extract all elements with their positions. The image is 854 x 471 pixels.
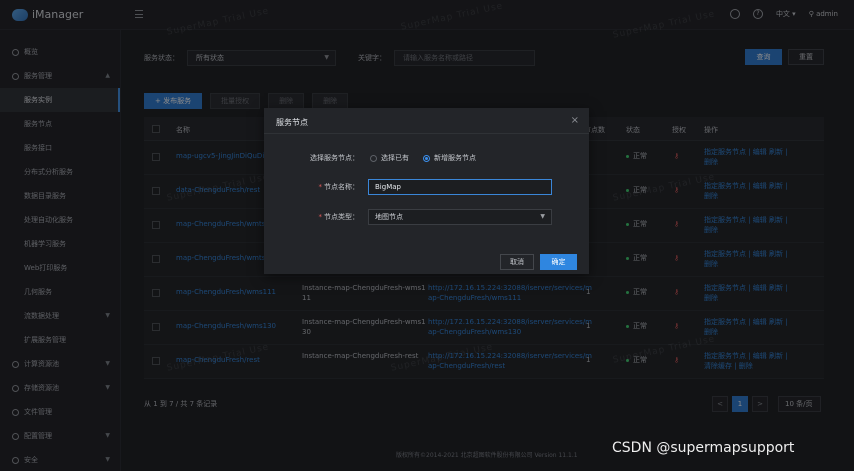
node-select-label: 选择服务节点： — [310, 154, 359, 162]
dialog-title: 服务节点 — [276, 118, 308, 127]
service-node-dialog: 服务节点 × 选择服务节点： 选择已有 新增服务节点 * 节点名称： BigMap… — [264, 108, 589, 274]
node-type-row: * 节点类型： 地图节点 ▼ — [264, 209, 589, 225]
radio-checked-icon — [423, 154, 430, 162]
close-icon[interactable]: × — [571, 115, 579, 126]
node-name-row: * 节点名称： BigMap — [264, 179, 589, 195]
node-radio-group: 选择已有 新增服务节点 — [370, 153, 476, 163]
node-name-input[interactable]: BigMap — [368, 179, 552, 195]
cancel-button[interactable]: 取消 — [500, 254, 534, 270]
node-type-label: * 节点类型： — [318, 213, 360, 221]
radio-icon — [370, 154, 377, 162]
node-select-row: 选择服务节点： 选择已有 新增服务节点 — [264, 150, 589, 166]
dialog-header: 服务节点 × — [264, 108, 589, 134]
node-name-label: * 节点名称： — [318, 183, 360, 191]
radio-new-node[interactable]: 新增服务节点 — [423, 153, 476, 163]
confirm-button[interactable]: 确定 — [540, 254, 577, 270]
radio-select-existing[interactable]: 选择已有 — [370, 153, 409, 163]
chevron-down-icon: ▼ — [540, 213, 545, 220]
node-type-select[interactable]: 地图节点 ▼ — [368, 209, 552, 225]
credit-watermark: CSDN @supermapsupport — [612, 440, 795, 456]
